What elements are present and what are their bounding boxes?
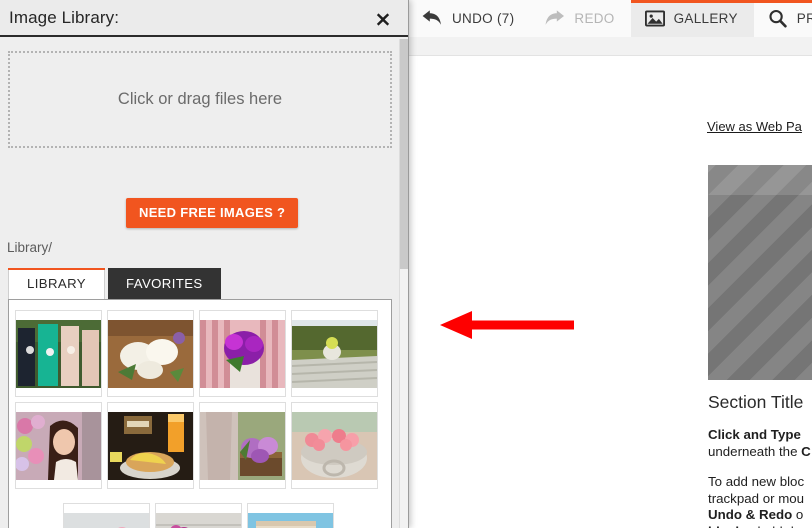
editor-toolbar: UNDO (7) REDO GALLERY PR	[408, 0, 812, 38]
undo-arrow-icon	[422, 10, 443, 27]
image-library-dialog: Image Library: Click or drag files here …	[0, 0, 409, 528]
dialog-header: Image Library:	[0, 0, 408, 37]
image-placeholder-striped[interactable]	[708, 165, 812, 380]
close-x-icon[interactable]	[370, 6, 396, 32]
thumbnail-grid	[15, 310, 387, 494]
thumbnail-image	[16, 319, 101, 388]
undo-label: UNDO (7)	[452, 11, 515, 26]
doc-run-bold-3: Undo & Redo	[708, 507, 796, 523]
thumbnail-image	[200, 411, 285, 480]
redo-button[interactable]: REDO	[530, 0, 630, 37]
doc-run-plain-3: trackpad or mou	[708, 490, 805, 506]
thumbnail-item[interactable]	[63, 503, 150, 528]
undo-button[interactable]: UNDO (7)	[408, 0, 530, 37]
library-tabs: LIBRARY FAVORITES	[8, 268, 221, 299]
thumbnail-image	[108, 319, 193, 388]
doc-run-plain-4: o	[795, 507, 804, 523]
thumbnail-image	[64, 512, 149, 528]
dialog-content: Click or drag files here NEED FREE IMAGE…	[0, 39, 401, 528]
document-text-block: Section Title Click and Type underneath …	[708, 392, 812, 528]
thumbnail-item[interactable]	[291, 310, 378, 397]
tab-library[interactable]: LIBRARY	[8, 268, 105, 299]
doc-run-plain-5: , hold dov	[750, 524, 808, 528]
file-dropzone[interactable]: Click or drag files here	[8, 51, 392, 148]
gallery-image-icon	[644, 10, 665, 27]
thumbnail-grid-row-3	[63, 503, 339, 528]
preview-button[interactable]: PREVI	[753, 0, 812, 37]
redo-label: REDO	[574, 11, 615, 26]
breadcrumb: Library/	[7, 240, 53, 255]
redo-arrow-icon	[544, 10, 565, 27]
doc-run-bold-1: Click and Type	[708, 427, 801, 442]
file-dropzone-label: Click or drag files here	[117, 90, 283, 108]
thumbnail-image	[156, 512, 241, 528]
thumbnail-grid-panel	[8, 299, 392, 528]
dialog-title: Image Library:	[9, 8, 120, 27]
doc-run-bold-4: blocks	[708, 524, 750, 528]
gallery-label: GALLERY	[673, 11, 738, 26]
thumbnail-item[interactable]	[107, 310, 194, 397]
section-title: Section Title	[708, 392, 804, 412]
thumbnail-image	[248, 512, 333, 528]
doc-paragraph-2: To add new bloc trackpad or mou Undo & R…	[708, 474, 812, 528]
preview-label: PREVI	[796, 11, 812, 26]
thumbnail-image	[292, 411, 377, 480]
thumbnail-image	[108, 411, 193, 480]
dialog-scrollbar-thumb[interactable]	[400, 39, 408, 269]
thumbnail-item[interactable]	[199, 402, 286, 489]
thumbnail-item[interactable]	[155, 503, 242, 528]
gallery-button[interactable]: GALLERY	[630, 0, 754, 37]
view-as-web-page-link[interactable]: View as Web Pa	[707, 119, 802, 134]
need-free-images-button[interactable]: NEED FREE IMAGES ?	[126, 198, 299, 228]
doc-run-plain-2: To add new bloc	[708, 474, 805, 490]
search-magnifier-icon	[768, 9, 788, 28]
doc-paragraph-1: Click and Type underneath the C	[708, 427, 812, 460]
document-top-strip	[408, 37, 812, 56]
thumbnail-item[interactable]	[247, 503, 334, 528]
thumbnail-image	[200, 319, 285, 388]
doc-run-plain-1: underneath the	[708, 443, 802, 459]
thumbnail-image	[16, 411, 101, 480]
thumbnail-image	[292, 319, 377, 388]
tab-favorites[interactable]: FAVORITES	[108, 268, 221, 299]
thumbnail-item[interactable]	[291, 402, 378, 489]
dialog-scrollbar-track[interactable]	[399, 39, 408, 528]
thumbnail-item[interactable]	[107, 402, 194, 489]
thumbnail-item[interactable]	[199, 310, 286, 397]
screen-root: UNDO (7) REDO GALLERY PR View as Web Pa …	[0, 0, 812, 528]
editor-area: UNDO (7) REDO GALLERY PR View as Web Pa …	[408, 0, 812, 528]
doc-run-bold-2: C	[801, 443, 811, 459]
thumbnail-item[interactable]	[15, 310, 102, 397]
editor-canvas: View as Web Pa Section Title Click and T…	[408, 37, 812, 528]
placeholder-top-band	[708, 165, 812, 195]
thumbnail-item[interactable]	[15, 402, 102, 489]
